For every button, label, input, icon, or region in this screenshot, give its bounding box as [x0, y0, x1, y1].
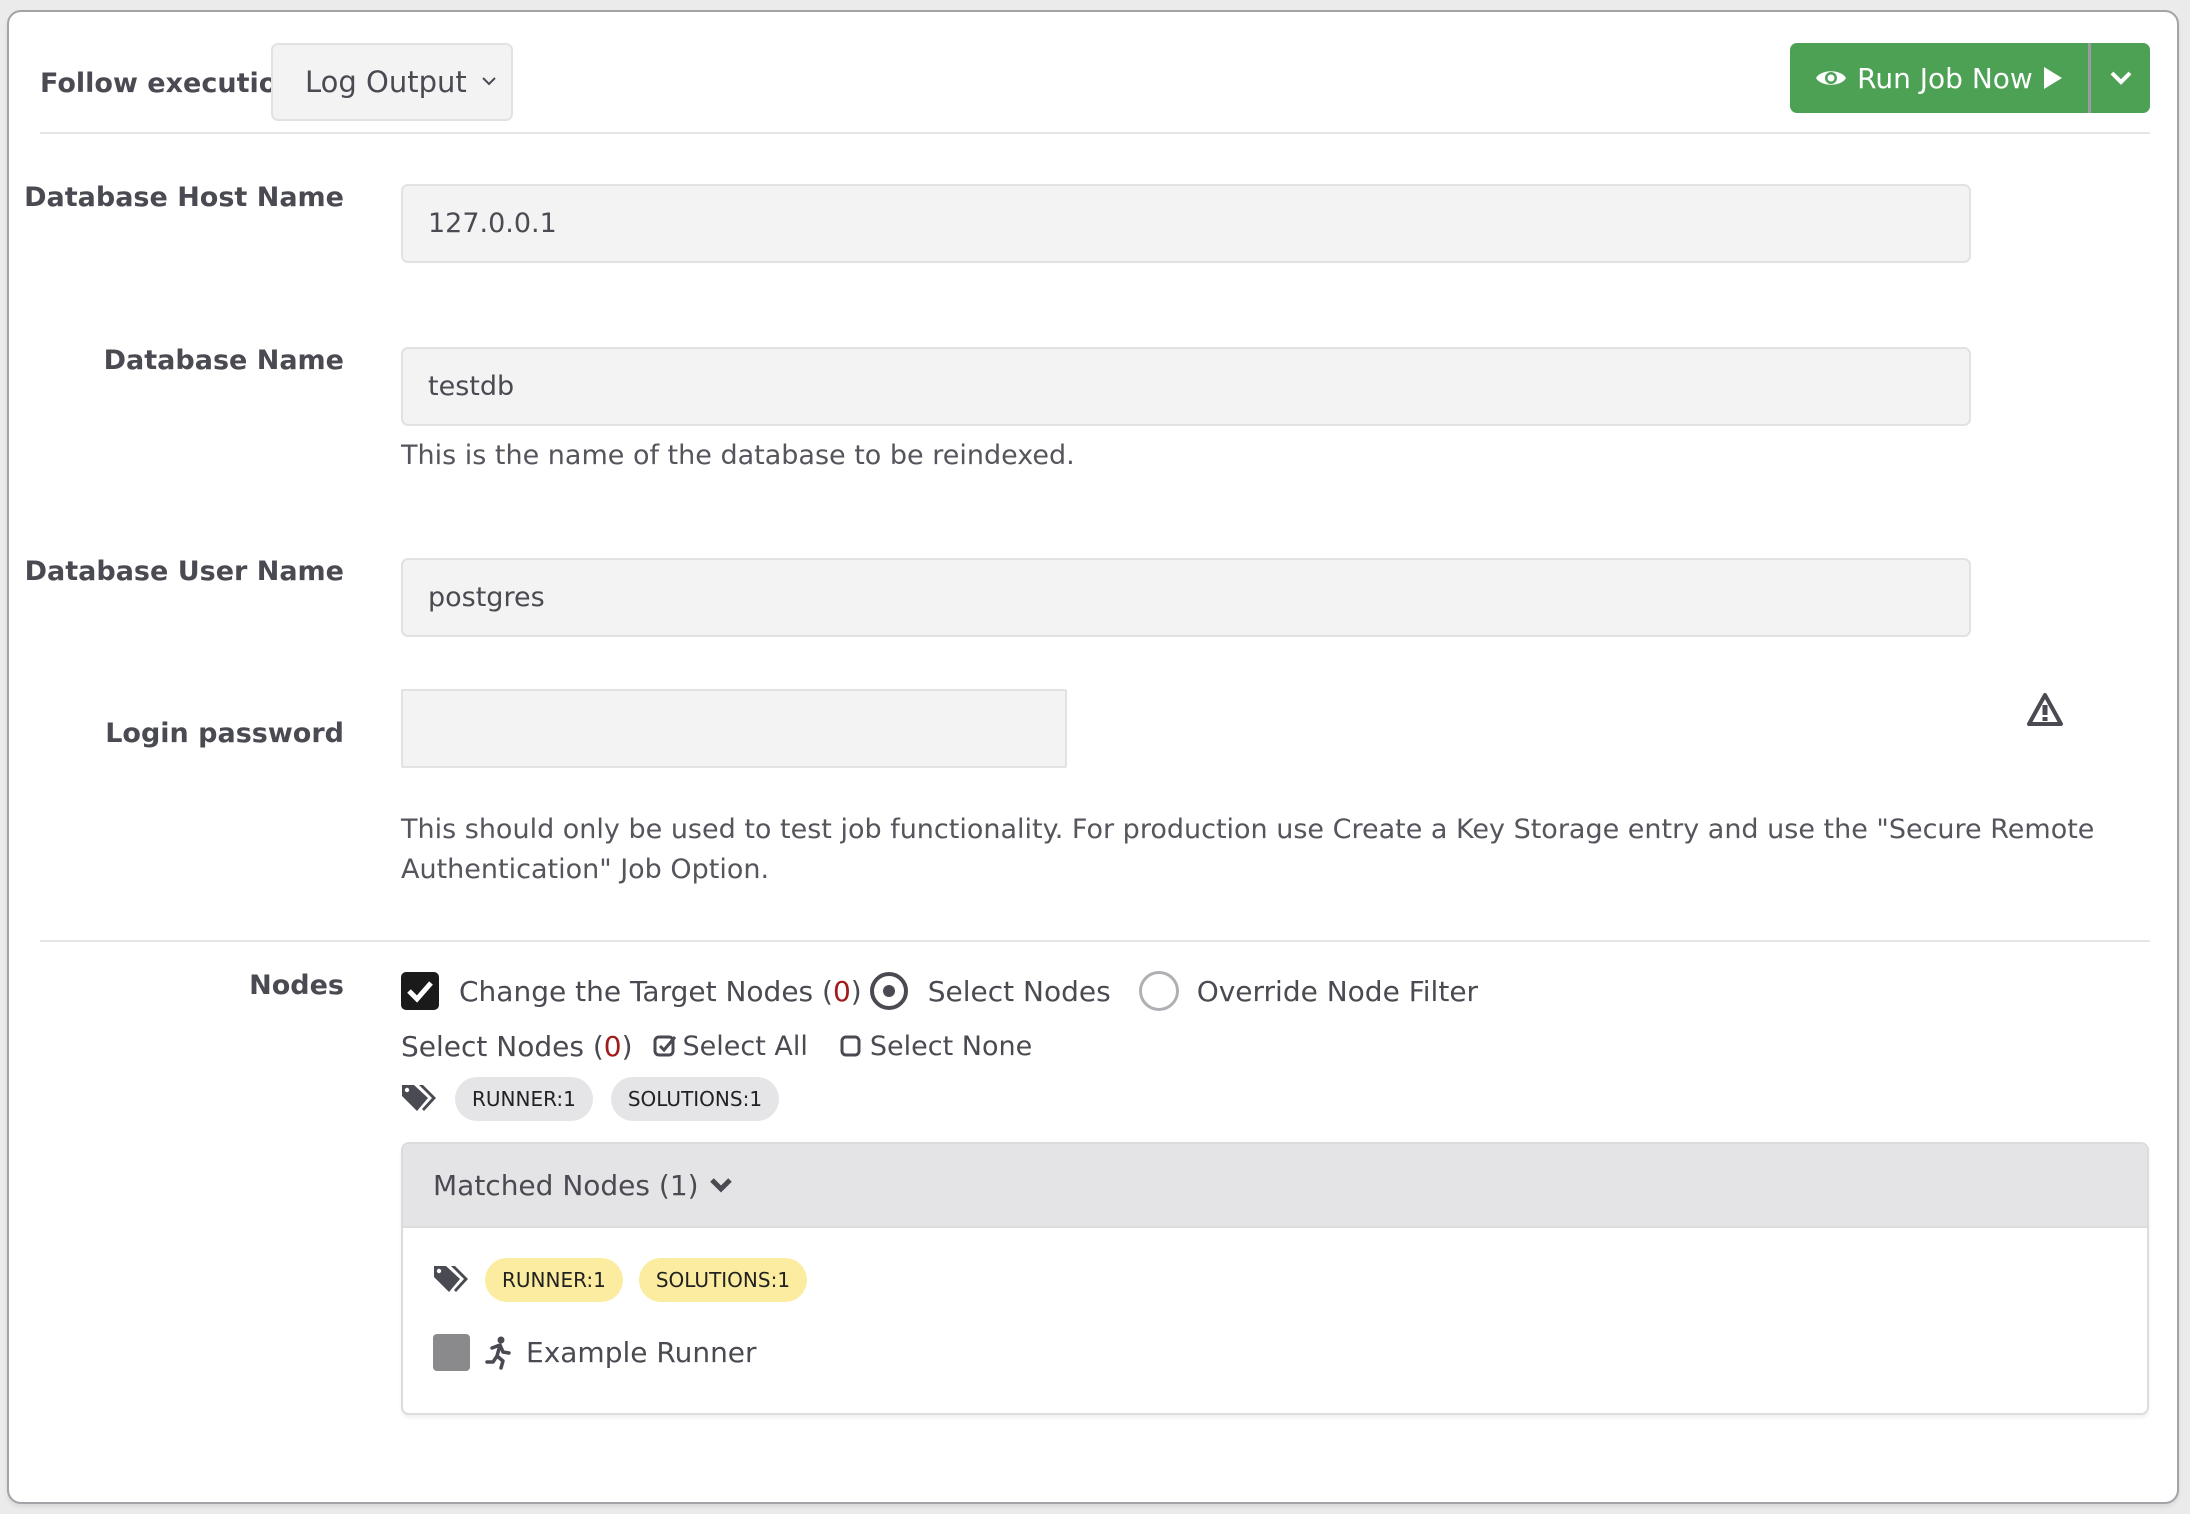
matched-nodes-header[interactable]: Matched Nodes (1) [403, 1144, 2147, 1228]
square-icon [840, 1035, 861, 1057]
override-node-filter-radio[interactable] [1138, 971, 1179, 1011]
job-run-form-card: Follow execution Log Output Run Job Now … [7, 10, 2179, 1504]
login-password-help: This should only be used to test job fun… [401, 810, 2101, 890]
select-nodes-count-label: Select Nodes (0) [401, 1029, 633, 1063]
select-none-link[interactable]: Select None [840, 1031, 1032, 1062]
database-user-name-label: Database User Name [24, 556, 344, 587]
matched-nodes-panel: Matched Nodes (1) RUNNER:1 SOLUTIONS:1 E… [401, 1142, 2149, 1415]
database-name-help: This is the name of the database to be r… [401, 440, 1075, 471]
nodes-target-row: Change the Target Nodes (0) Select Nodes… [401, 970, 1478, 1012]
matched-tag-solutions[interactable]: SOLUTIONS:1 [638, 1258, 808, 1302]
run-options-dropdown-button[interactable] [2091, 43, 2150, 113]
run-job-now-button[interactable]: Run Job Now [1790, 43, 2091, 113]
change-target-nodes-count: 0 [832, 974, 851, 1008]
node-tags-row: RUNNER:1 SOLUTIONS:1 [401, 1076, 780, 1122]
tags-icon [434, 1266, 468, 1292]
change-target-nodes-checkbox[interactable] [401, 972, 439, 1010]
database-name-label: Database Name [103, 345, 344, 376]
chevron-down-icon [709, 1178, 732, 1193]
database-name-input[interactable]: testdb [401, 347, 1971, 426]
section-divider [40, 940, 2150, 942]
play-icon [2043, 67, 2062, 89]
login-password-help-line1: This should only be used to test job fun… [401, 814, 2095, 845]
run-job-now-button-group: Run Job Now [1790, 43, 2150, 113]
chevron-down-icon [2110, 71, 2131, 85]
matched-tags-row: RUNNER:1 SOLUTIONS:1 [433, 1258, 808, 1302]
login-password-help-line2: Authentication" Job Option. [401, 854, 770, 885]
follow-execution-select[interactable]: Log Output [271, 43, 513, 121]
database-user-name-input[interactable]: postgres [401, 558, 1971, 637]
change-target-nodes-label: Change the Target Nodes (0) [459, 974, 862, 1008]
select-nodes-radio[interactable] [869, 972, 908, 1010]
check-square-icon [653, 1035, 676, 1057]
chevron-down-icon [482, 77, 496, 86]
database-host-name-label: Database Host Name [24, 182, 344, 213]
follow-execution-selected-value: Log Output [305, 65, 467, 99]
eye-icon [1816, 71, 1847, 85]
node-tag-solutions[interactable]: SOLUTIONS:1 [610, 1077, 780, 1121]
matched-nodes-title: Matched Nodes (1) [433, 1168, 699, 1202]
running-person-icon [485, 1336, 511, 1370]
node-name: Example Runner [526, 1336, 757, 1369]
select-nodes-radio-label: Select Nodes [927, 974, 1111, 1008]
database-host-name-input[interactable]: 127.0.0.1 [401, 184, 1971, 263]
tags-icon [402, 1085, 436, 1111]
follow-execution-label: Follow execution [40, 68, 297, 99]
radio-dot [882, 985, 895, 997]
login-password-input[interactable] [401, 689, 1067, 768]
matched-node-item: Example Runner [433, 1334, 757, 1371]
matched-tag-runner[interactable]: RUNNER:1 [485, 1258, 623, 1302]
login-password-label: Login password [105, 718, 344, 749]
node-tag-runner[interactable]: RUNNER:1 [455, 1077, 593, 1121]
nodes-label: Nodes [249, 970, 344, 1001]
node-checkbox[interactable] [433, 1334, 470, 1371]
select-all-link[interactable]: Select All [653, 1031, 808, 1062]
override-node-filter-label: Override Node Filter [1196, 974, 1479, 1008]
header-divider [40, 132, 2150, 134]
checkmark-icon [407, 981, 433, 1003]
select-nodes-row: Select Nodes (0) Select All Select None [401, 1026, 1032, 1066]
warning-icon [2027, 693, 2063, 726]
run-job-now-label: Run Job Now [1857, 61, 2033, 95]
select-nodes-count: 0 [603, 1029, 622, 1063]
